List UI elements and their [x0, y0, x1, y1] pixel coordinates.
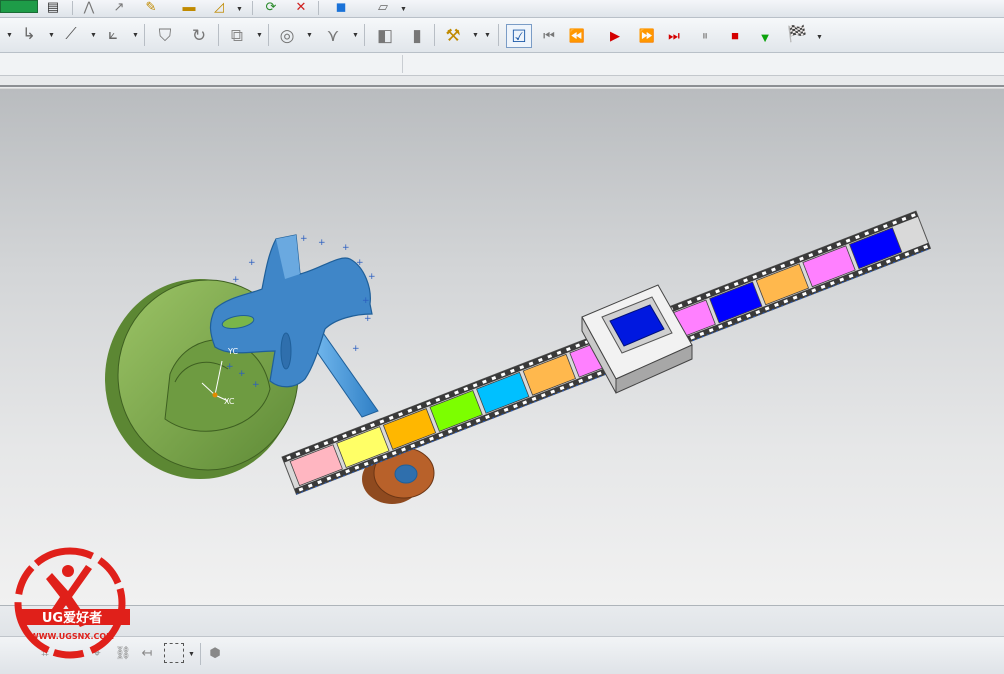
extrude-icon[interactable]: ⛉ [152, 24, 178, 46]
selection-bar [0, 53, 1004, 76]
face-icon[interactable]: ◧ [372, 24, 398, 46]
y-axis-label: YC [227, 347, 238, 356]
svg-text:+: + [356, 258, 364, 268]
dropdown-arrow[interactable]: ▼ [352, 32, 359, 39]
dropdown-arrow[interactable]: ▼ [256, 32, 263, 39]
line-icon[interactable]: ⟋ [58, 24, 84, 46]
svg-text:+: + [238, 369, 246, 379]
checklist-icon[interactable]: ☑ [506, 24, 532, 48]
draft-icon[interactable]: ◿ [206, 0, 232, 14]
rewind-to-start-button[interactable]: ⏮ [538, 24, 560, 46]
dropdown-arrow[interactable]: ▼ [306, 32, 313, 39]
offset-icon[interactable]: ▮ [404, 24, 430, 46]
watermark-url: WWW.UGSNX.COM [30, 632, 114, 641]
step-back-button[interactable]: ⏪ [566, 24, 588, 46]
step-forward-button[interactable]: ⏩ [636, 24, 658, 46]
dropdown-arrow[interactable]: ▼ [90, 32, 97, 39]
cube-view-icon[interactable]: ◼ [328, 0, 354, 15]
toolbar-separator [498, 24, 499, 46]
dropdown-arrow[interactable]: ▼ [472, 32, 479, 39]
bottom-toolbar: ⌗ ⌖ ⛓ ↤ ▼ ⬢ [0, 605, 1004, 674]
svg-text:+: + [300, 234, 308, 244]
toolbar-separator [144, 24, 145, 46]
finish-button[interactable]: 🏁 [784, 24, 810, 46]
revolve-icon[interactable]: ↻ [186, 24, 212, 46]
toolbar-separator [364, 24, 365, 46]
cube-icon[interactable]: ⬢ [206, 643, 224, 661]
sketch-icon[interactable]: ⋀ [80, 0, 98, 14]
svg-text:+: + [226, 362, 234, 372]
svg-text:+: + [364, 314, 372, 324]
dropdown-arrow[interactable]: ▼ [6, 32, 13, 39]
boolean-icon[interactable]: ⧉ [224, 24, 250, 46]
dropdown-arrow[interactable]: ▼ [132, 32, 139, 39]
svg-text:+: + [368, 272, 376, 282]
top-toolbar: ▤ ⋀ ↗ ✎ ▬ ◿ ▼ ⟳ ✕ ◼ ▱ ▼ [0, 0, 1004, 18]
curve-icon[interactable]: ↗ [110, 0, 128, 14]
toolbar-separator [268, 24, 269, 46]
toolbar-separator [402, 55, 403, 73]
measure-icon[interactable]: ⚒ [440, 24, 466, 46]
fast-forward-button[interactable]: ⏭ [662, 24, 686, 46]
play-button[interactable]: ▶ [604, 24, 626, 46]
toolbar-separator [200, 643, 201, 665]
main-toolbar: ▼ ↳ ▼ ⟋ ▼ ⟀ ▼ ⛉ ↻ ⧉ ▼ ◎ ▼ ⋎ ▼ ◧ ▮ ⚒ ▼ ▼ … [0, 18, 1004, 53]
layer-icon[interactable] [0, 0, 38, 13]
status-toolbar: ⌗ ⌖ ⛓ ↤ ▼ ⬢ [0, 636, 1004, 674]
stop-button[interactable]: ■ [724, 24, 746, 46]
svg-text:+: + [252, 380, 260, 390]
page-icon[interactable]: ▤ [44, 0, 62, 14]
svg-text:+: + [362, 296, 370, 306]
svg-text:+: + [342, 243, 350, 253]
x-axis-label: XC [224, 397, 235, 406]
toolbar-separator [434, 24, 435, 46]
axis-icon[interactable]: ⟀ [100, 24, 126, 46]
magic-icon[interactable]: ✎ [142, 0, 160, 14]
refresh-icon[interactable]: ⟳ [262, 0, 280, 14]
graphics-viewport[interactable]: + + + + + + + + + + + + + YC XC [0, 89, 1004, 605]
export-button[interactable]: ▼ [754, 26, 776, 48]
dropdown-arrow[interactable]: ▼ [188, 651, 195, 658]
watermark-brand: UG爱好者 [42, 610, 102, 626]
svg-text:+: + [318, 238, 326, 248]
svg-text:+: + [352, 344, 360, 354]
dropdown-arrow[interactable]: ▼ [816, 34, 823, 41]
dropdown-arrow[interactable]: ▼ [400, 6, 407, 13]
dropdown-arrow[interactable]: ▼ [48, 32, 55, 39]
ruler-icon[interactable]: ▬ [176, 0, 202, 14]
toolbar-separator [72, 1, 73, 15]
delete-icon[interactable]: ✕ [292, 0, 310, 14]
viewport-border [0, 76, 1004, 88]
pin-icon[interactable]: ↤ [138, 643, 156, 661]
toolbar-separator [318, 1, 319, 15]
pattern-icon[interactable]: ◎ [274, 24, 300, 46]
point-icon[interactable]: ↳ [16, 24, 42, 46]
dropdown-arrow[interactable]: ▼ [236, 6, 243, 13]
watermark-logo: UG爱好者 WWW.UGSNX.COM [14, 547, 130, 659]
toolbar-separator [218, 24, 219, 46]
render-icon[interactable]: ▱ [370, 0, 396, 14]
model-canvas[interactable]: + + + + + + + + + + + + + YC XC [0, 89, 1004, 605]
spline-icon[interactable]: ⋎ [320, 24, 346, 46]
selection-box-icon[interactable] [164, 643, 184, 663]
svg-text:+: + [232, 275, 240, 285]
pause-button[interactable]: ⏸ [694, 24, 716, 46]
svg-text:+: + [248, 258, 256, 268]
dropdown-arrow[interactable]: ▼ [484, 32, 491, 39]
toolbar-separator [252, 1, 253, 15]
